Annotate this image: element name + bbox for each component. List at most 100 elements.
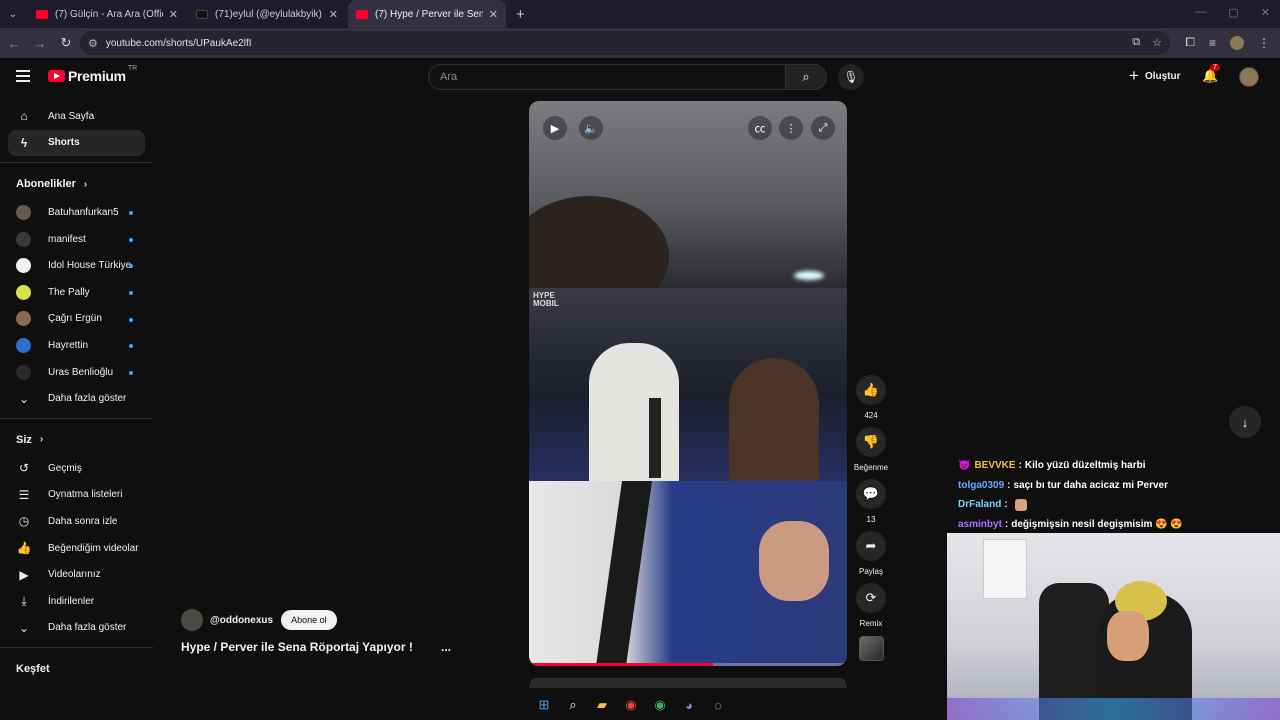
sidebar-item-subscription[interactable]: Uras Benlioğlu (0, 359, 153, 386)
menu-icon[interactable] (16, 70, 30, 85)
tab-search-icon[interactable]: ⌄ (0, 0, 26, 28)
youtube-icon (356, 9, 368, 19)
extensions-icon[interactable]: ⧠ (1185, 35, 1195, 50)
more-description-button[interactable]: ... (441, 640, 451, 654)
channel-name[interactable]: @oddonexus (210, 615, 273, 626)
chat-message: 😈 BEVVKE : Kilo yüzü düzeltmiş harbi (958, 456, 1273, 476)
maximize-icon[interactable]: ▢ (1228, 6, 1238, 19)
sidebar-item-your-videos[interactable]: ▶ Videolarınız (0, 561, 153, 588)
voice-search-button[interactable]: 🎙 (838, 64, 864, 90)
site-info-icon[interactable]: ⚙ (88, 37, 98, 50)
browser-tab-2[interactable]: (71)eylul (@eylulakbyik) | TikTok ✕ (188, 0, 346, 28)
fullscreen-icon[interactable]: ⤢ (811, 116, 835, 140)
sidebar-item-watch-later[interactable]: ◷ Daha sonra izle (0, 508, 153, 535)
sidebar-item-subscription[interactable]: The Pally (0, 279, 153, 306)
sidebar-item-subscription[interactable]: Batuhanfurkan5 (0, 199, 153, 226)
profile-avatar-icon[interactable] (1230, 35, 1244, 50)
channel-avatar[interactable] (181, 609, 203, 631)
you-heading[interactable]: Siz › (0, 425, 153, 455)
captions-icon[interactable]: ㏄ (748, 116, 772, 140)
sidebar-item-shorts[interactable]: ϟ Shorts (8, 129, 145, 157)
account-avatar[interactable] (1239, 67, 1259, 87)
home-icon: ⌂ (20, 109, 28, 124)
windows-start-icon[interactable]: ⊞ (535, 696, 553, 714)
discord-icon[interactable]: ◕ (680, 696, 698, 714)
omnibox-actions: ⧉ ☆ (1132, 36, 1162, 49)
close-tab-icon[interactable]: ✕ (489, 8, 498, 21)
subscriptions-heading[interactable]: Abonelikler › (0, 169, 153, 199)
chrome-profile-icon[interactable]: ◉ (651, 696, 669, 714)
obs-icon[interactable]: ◌ (709, 696, 727, 714)
sidebar-item-subscription[interactable]: Çağrı Ergün (0, 306, 153, 333)
back-icon[interactable]: ← (2, 36, 26, 51)
sidebar-item-subscription[interactable]: manifest (0, 226, 153, 253)
sidebar-item-label: Idol House Türkiye (48, 260, 132, 272)
search-button[interactable]: ⌕ (786, 64, 827, 90)
chrome-icon[interactable]: ◉ (622, 696, 640, 714)
subscribe-button[interactable]: Abone ol (281, 610, 337, 630)
chat-message: tolga0309 : saçı bı tur daha acicaz mi P… (958, 476, 1273, 496)
short-title[interactable]: Hype / Perver ile Sena Röportaj Yapıyor … (181, 640, 413, 654)
shorts-video-player[interactable]: HYPE MOBIL ▶ 🔈 ㏄ ⋮ ⤢ (529, 101, 847, 666)
like-action[interactable]: 👍 424 (855, 375, 887, 427)
remix-label: Remix (859, 619, 883, 628)
sidebar-item-playlists[interactable]: ☰ Oynatma listeleri (0, 482, 153, 509)
sidebar-item-subscription[interactable]: Hayrettin (0, 332, 153, 359)
rgb-light (947, 698, 1280, 720)
volume-icon[interactable]: 🔈 (579, 116, 603, 140)
url-field[interactable]: ⚙ youtube.com/shorts/UPaukAe2lfI (80, 31, 1170, 55)
reload-icon[interactable]: ↻ (54, 35, 78, 51)
watch-later-icon: ◷ (18, 514, 30, 529)
show-more-subscriptions[interactable]: ⌄ Daha fazla göster (0, 385, 153, 412)
browser-tab-3-active[interactable]: (7) Hype / Perver ile Sena Röportaj ✕ (348, 0, 506, 28)
sidebar-item-label: The Pally (48, 286, 90, 298)
file-explorer-icon[interactable]: ▰ (593, 696, 611, 714)
shorts-icon: ϟ (20, 135, 28, 150)
next-short-preview[interactable] (529, 678, 847, 688)
notifications-button[interactable]: 🔔 7 (1202, 64, 1220, 84)
search-input[interactable]: Ara (428, 64, 786, 90)
next-video-button[interactable]: ↓ (1229, 406, 1261, 438)
browser-menu-icon[interactable]: ⋮ (1258, 36, 1270, 50)
chevron-right-icon: › (83, 178, 88, 190)
share-action[interactable]: ➦ Paylaş (855, 531, 887, 583)
sidebar-item-home[interactable]: ⌂ Ana Sayfa (0, 103, 153, 130)
sound-thumbnail[interactable] (859, 636, 884, 661)
bookmark-star-icon[interactable]: ☆ (1152, 36, 1162, 49)
progress-bar[interactable] (529, 663, 847, 666)
install-icon[interactable]: ⧉ (1132, 36, 1140, 49)
show-more-you[interactable]: ⌄ Daha fazla göster (0, 615, 153, 642)
close-tab-icon[interactable]: ✕ (169, 8, 178, 21)
media-control-icon[interactable]: ≡ (1209, 36, 1216, 50)
forward-icon[interactable]: → (28, 36, 52, 51)
sidebar-item-history[interactable]: ↺ Geçmiş (0, 455, 153, 482)
video-frame-bottom (529, 481, 847, 666)
close-window-icon[interactable]: ✕ (1261, 6, 1270, 19)
more-options-icon[interactable]: ⋮ (779, 116, 803, 140)
chat-text: saçı bı tur daha acicaz mi Perver (1013, 479, 1169, 491)
dislike-action[interactable]: 👎 Beğenme (853, 427, 889, 479)
logo-text: Premium (68, 68, 126, 84)
section-title: Keşfet (16, 663, 50, 676)
chat-prefix-emoji: 😈 (958, 460, 971, 472)
play-icon[interactable]: ▶ (543, 116, 567, 140)
dislike-label: Beğenme (853, 463, 889, 472)
chat-message: DrFaland : (958, 495, 1273, 515)
youtube-premium-logo[interactable]: Premium TR (48, 65, 137, 84)
search-icon[interactable]: ⌕ (564, 696, 582, 714)
sidebar-item-subscription[interactable]: Idol House Türkiye (0, 252, 153, 279)
channel-avatar (16, 231, 31, 247)
create-button[interactable]: + Oluştur (1129, 66, 1181, 85)
chevron-right-icon: › (39, 434, 44, 446)
sidebar-item-liked-videos[interactable]: 👍 Beğendiğim videolar (0, 535, 153, 562)
remix-action[interactable]: ⟳ Remix (855, 583, 887, 635)
comments-action[interactable]: 💬 13 (855, 479, 887, 531)
extension-icons: ⧠ ≡ ⋮ (1185, 35, 1270, 50)
close-tab-icon[interactable]: ✕ (329, 8, 338, 21)
chat-username: DrFaland (958, 499, 1002, 511)
new-content-dot (129, 290, 133, 295)
minimize-icon[interactable]: — (1195, 6, 1206, 19)
sidebar-item-downloads[interactable]: ⤓ İndirilenler (0, 588, 153, 615)
new-tab-button[interactable]: + (516, 6, 525, 23)
browser-tab-1[interactable]: (7) Gülçin - Ara Ara (Official Vid ✕ (28, 0, 186, 28)
